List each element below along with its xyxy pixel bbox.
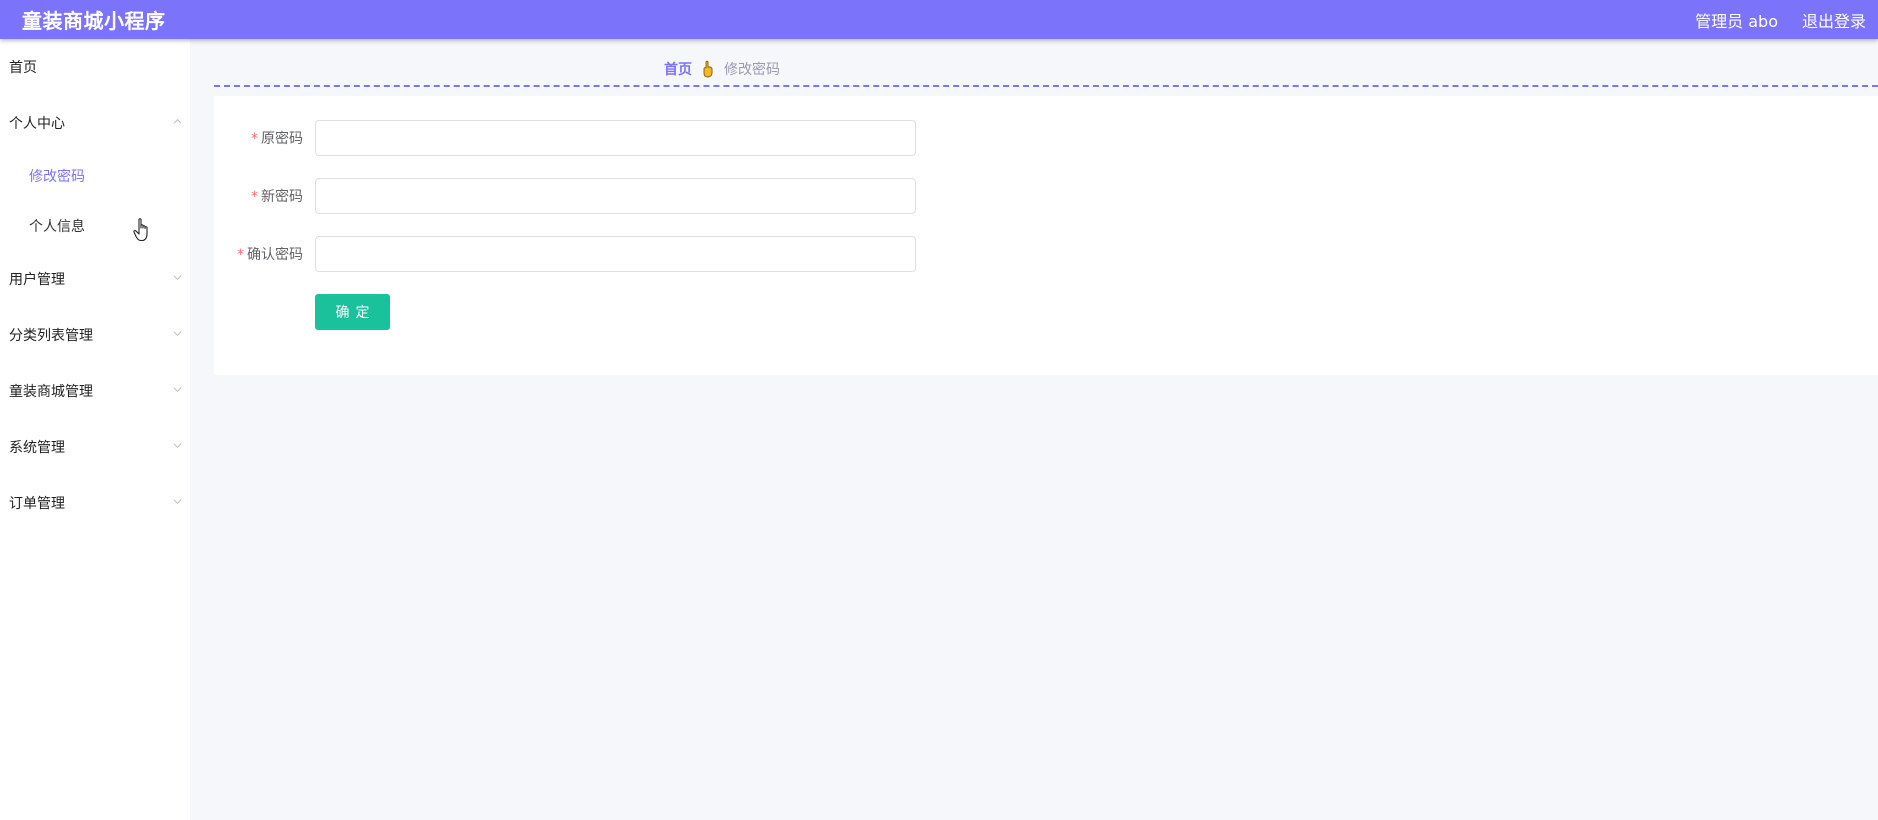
form-row-old-password: * 原密码 bbox=[214, 120, 916, 156]
sidebar-item-label: 订单管理 bbox=[9, 496, 65, 512]
sidebar-subitem-label: 修改密码 bbox=[29, 169, 85, 185]
confirm-password-label: * 确认密码 bbox=[214, 244, 315, 264]
breadcrumb: 首页 修改密码 bbox=[214, 52, 1878, 87]
chevron-down-icon bbox=[173, 497, 182, 506]
sidebar-item-user-management[interactable]: 用户管理 bbox=[0, 251, 190, 307]
sidebar-item-order-management[interactable]: 订单管理 bbox=[0, 475, 190, 531]
sidebar-item-personal-center[interactable]: 个人中心 bbox=[0, 95, 190, 151]
form-row-new-password: * 新密码 bbox=[214, 178, 916, 214]
required-mark: * bbox=[251, 131, 258, 147]
sidebar-subitem-change-password[interactable]: 修改密码 bbox=[0, 151, 190, 201]
required-mark: * bbox=[237, 247, 244, 263]
top-right-area: 管理员 abo 退出登录 bbox=[1695, 8, 1866, 32]
sidebar-subitem-personal-info[interactable]: 个人信息 bbox=[0, 201, 190, 251]
sidebar-item-label: 用户管理 bbox=[9, 272, 65, 288]
old-password-input[interactable] bbox=[315, 120, 916, 156]
breadcrumb-current: 修改密码 bbox=[724, 61, 780, 78]
admin-user-label: 管理员 abo bbox=[1695, 11, 1778, 31]
sidebar-item-mall-management[interactable]: 童装商城管理 bbox=[0, 363, 190, 419]
sidebar-item-label: 个人中心 bbox=[9, 116, 65, 132]
sidebar-item-label: 童装商城管理 bbox=[9, 384, 93, 400]
chevron-down-icon bbox=[173, 385, 182, 394]
breadcrumb-home-link[interactable]: 首页 bbox=[664, 59, 692, 79]
chevron-down-icon bbox=[173, 441, 182, 450]
change-password-form-card: * 原密码 * 新密码 * 确认密码 确定 bbox=[214, 96, 1878, 375]
confirm-button[interactable]: 确定 bbox=[315, 294, 390, 330]
field-label-text: 原密码 bbox=[261, 131, 303, 147]
logout-link[interactable]: 退出登录 bbox=[1802, 8, 1866, 32]
new-password-input[interactable] bbox=[315, 178, 916, 214]
sidebar-item-system-management[interactable]: 系统管理 bbox=[0, 419, 190, 475]
chevron-up-icon bbox=[173, 117, 182, 126]
field-label-text: 确认密码 bbox=[247, 247, 303, 263]
app-title: 童装商城小程序 bbox=[22, 9, 166, 33]
hand-separator-icon bbox=[700, 60, 716, 78]
sidebar-item-label: 分类列表管理 bbox=[9, 328, 93, 344]
chevron-down-icon bbox=[173, 273, 182, 282]
field-label-text: 新密码 bbox=[261, 189, 303, 205]
sidebar-item-category-management[interactable]: 分类列表管理 bbox=[0, 307, 190, 363]
hand-cursor-icon bbox=[133, 217, 153, 243]
new-password-label: * 新密码 bbox=[214, 186, 315, 206]
confirm-password-input[interactable] bbox=[315, 236, 916, 272]
sidebar-item-home[interactable]: 首页 bbox=[0, 39, 190, 95]
sidebar-item-label: 系统管理 bbox=[9, 440, 65, 456]
form-row-confirm-password: * 确认密码 bbox=[214, 236, 916, 272]
sidebar-item-label: 首页 bbox=[9, 60, 37, 76]
top-bar: 童装商城小程序 管理员 abo 退出登录 bbox=[0, 0, 1878, 39]
chevron-down-icon bbox=[173, 329, 182, 338]
required-mark: * bbox=[251, 189, 258, 205]
sidebar-subitem-label: 个人信息 bbox=[29, 219, 85, 235]
old-password-label: * 原密码 bbox=[214, 128, 315, 148]
sidebar: 首页 个人中心 修改密码 个人信息 用户管理 分类列表管理 童装商城管理 系统管… bbox=[0, 39, 190, 820]
